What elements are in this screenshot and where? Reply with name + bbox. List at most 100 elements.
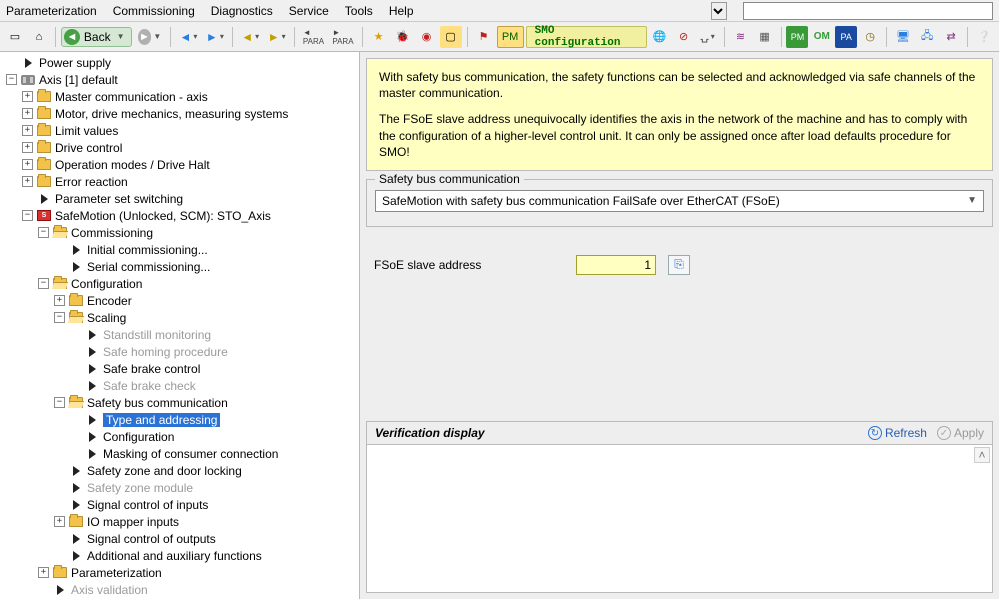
safety-bus-group: Safety bus communication SafeMotion with…	[366, 179, 993, 227]
scroll-up-icon[interactable]: ˄	[974, 447, 990, 463]
back-label: Back	[84, 30, 111, 44]
para-prev-icon[interactable]: ◄PARA	[300, 26, 327, 48]
item-icon	[89, 432, 96, 442]
tree-initial-commissioning[interactable]: Initial commissioning...	[54, 241, 359, 258]
star-icon[interactable]: ★	[368, 26, 390, 48]
forward-arrow-icon: ►	[138, 29, 152, 45]
tree-label: Safe brake check	[103, 379, 196, 393]
menu-tools[interactable]: Tools	[345, 4, 373, 18]
tree-label-selected: Type and addressing	[103, 413, 220, 427]
tree-scaling[interactable]: −Scaling	[54, 309, 359, 326]
globe-icon[interactable]: 🌐	[649, 26, 671, 48]
item-icon	[73, 500, 80, 510]
tree-motor[interactable]: +Motor, drive mechanics, measuring syste…	[22, 105, 359, 122]
copy-icon: ⎘	[674, 257, 684, 272]
tree-power-supply[interactable]: Power supply	[6, 54, 359, 71]
tree-label: Serial commissioning...	[87, 260, 210, 274]
apply-button[interactable]: ✓ Apply	[937, 426, 984, 440]
tree-label: Safe brake control	[103, 362, 200, 376]
search-input[interactable]	[743, 2, 993, 20]
menu-diagnostics[interactable]: Diagnostics	[211, 4, 273, 18]
tree-error-reaction[interactable]: +Error reaction	[22, 173, 359, 190]
tree-label: Axis [1] default	[39, 73, 118, 87]
tree-masking[interactable]: Masking of consumer connection	[70, 445, 359, 462]
blue-left-icon[interactable]: ◄▾	[176, 26, 200, 48]
pa-mode-icon[interactable]: PA	[835, 26, 857, 48]
tree-param-switch[interactable]: Parameter set switching	[22, 190, 359, 207]
pm-badge-button[interactable]: PM	[497, 26, 524, 48]
new-doc-icon[interactable]: ▭	[4, 26, 26, 48]
tree-axis-validation[interactable]: Axis validation	[38, 581, 359, 598]
yellow-right-icon[interactable]: ►▾	[264, 26, 288, 48]
tree-safety-bus[interactable]: −Safety bus communication	[54, 394, 359, 411]
tree-label: Parameter set switching	[55, 192, 183, 206]
tree-label: Additional and auxiliary functions	[87, 549, 262, 563]
plug-icon[interactable]: ⍽▾	[697, 26, 719, 48]
info-banner: With safety bus communication, the safet…	[366, 58, 993, 171]
info-text-1: With safety bus communication, the safet…	[379, 69, 980, 101]
tree-parameterization[interactable]: +Parameterization	[38, 564, 359, 581]
item-icon	[89, 347, 96, 357]
tree-io-mapper[interactable]: +IO mapper inputs	[54, 513, 359, 530]
cancel-icon[interactable]: ⊘	[673, 26, 695, 48]
transfer-icon[interactable]: ⇄	[940, 26, 962, 48]
monitor-icon[interactable]: 🖥	[892, 26, 914, 48]
om-mode-icon[interactable]: OM	[810, 26, 833, 48]
note-icon[interactable]: ▢	[440, 26, 462, 48]
yellow-left-icon[interactable]: ◄▾	[238, 26, 262, 48]
pm-mode-icon[interactable]: PM	[786, 26, 808, 48]
blue-right-icon[interactable]: ►▾	[203, 26, 227, 48]
menu-commissioning[interactable]: Commissioning	[113, 4, 195, 18]
tree-safety-zone-module[interactable]: Safety zone module	[54, 479, 359, 496]
tree-type-addressing[interactable]: Type and addressing	[70, 411, 359, 428]
home-icon[interactable]: ⌂	[28, 26, 50, 48]
fsoe-address-input[interactable]	[576, 255, 656, 275]
menu-help[interactable]: Help	[389, 4, 414, 18]
gauge-icon[interactable]: ◷	[859, 26, 881, 48]
tree-safe-brake-ctrl[interactable]: Safe brake control	[70, 360, 359, 377]
help-icon[interactable]: ❔	[973, 26, 995, 48]
refresh-button[interactable]: ↻ Refresh	[868, 426, 927, 440]
world-icon[interactable]: ◉	[416, 26, 438, 48]
tree-drive-control[interactable]: +Drive control	[22, 139, 359, 156]
tree-configuration[interactable]: −Configuration	[38, 275, 359, 292]
tree-label: Axis validation	[71, 583, 148, 597]
apply-label: Apply	[954, 426, 984, 440]
context-dropdown[interactable]	[711, 2, 727, 20]
tree-label: Configuration	[71, 277, 142, 291]
tree-safemotion[interactable]: −SSafeMotion (Unlocked, SCM): STO_Axis	[22, 207, 359, 224]
menu-parameterization[interactable]: Parameterization	[6, 4, 97, 18]
oscilloscope-icon[interactable]: ≋	[730, 26, 752, 48]
folder-icon	[37, 125, 51, 136]
copy-to-drive-button[interactable]: ⎘	[668, 255, 690, 275]
network-icon[interactable]: 🖧	[916, 26, 938, 48]
tree-signal-inputs[interactable]: Signal control of inputs	[54, 496, 359, 513]
tree-sb-configuration[interactable]: Configuration	[70, 428, 359, 445]
dropdown-value: SafeMotion with safety bus communication…	[382, 194, 780, 208]
folder-icon	[37, 176, 51, 187]
tree-safe-brake-check[interactable]: Safe brake check	[70, 377, 359, 394]
menu-service[interactable]: Service	[289, 4, 329, 18]
tree-axis[interactable]: − Axis [1] default	[6, 71, 359, 88]
bug-icon[interactable]: 🐞	[392, 26, 414, 48]
forward-button[interactable]: ► ▼	[134, 26, 166, 48]
tree-commissioning[interactable]: −Commissioning	[38, 224, 359, 241]
para-next-icon[interactable]: ►PARA	[329, 26, 356, 48]
smo-config-button[interactable]: SMO configuration	[526, 26, 647, 48]
flag-icon[interactable]: ⚑	[473, 26, 495, 48]
tree-op-modes[interactable]: +Operation modes / Drive Halt	[22, 156, 359, 173]
tree-safety-zone[interactable]: Safety zone and door locking	[54, 462, 359, 479]
tree-limit[interactable]: +Limit values	[22, 122, 359, 139]
navigation-tree[interactable]: Power supply − Axis [1] default +Master …	[0, 52, 360, 599]
table-icon[interactable]: ▦	[754, 26, 776, 48]
back-button[interactable]: ◄ Back ▼	[61, 27, 132, 47]
tree-standstill[interactable]: Standstill monitoring	[70, 326, 359, 343]
tree-master-comm[interactable]: +Master communication - axis	[22, 88, 359, 105]
tree-serial-commissioning[interactable]: Serial commissioning...	[54, 258, 359, 275]
tree-additional-aux[interactable]: Additional and auxiliary functions	[54, 547, 359, 564]
toolbar: ▭ ⌂ ◄ Back ▼ ► ▼ ◄▾ ►▾ ◄▾ ►▾ ◄PARA ►PARA…	[0, 22, 999, 52]
tree-signal-outputs[interactable]: Signal control of outputs	[54, 530, 359, 547]
tree-safe-homing[interactable]: Safe homing procedure	[70, 343, 359, 360]
tree-encoder[interactable]: +Encoder	[54, 292, 359, 309]
safety-bus-dropdown[interactable]: SafeMotion with safety bus communication…	[375, 190, 984, 212]
